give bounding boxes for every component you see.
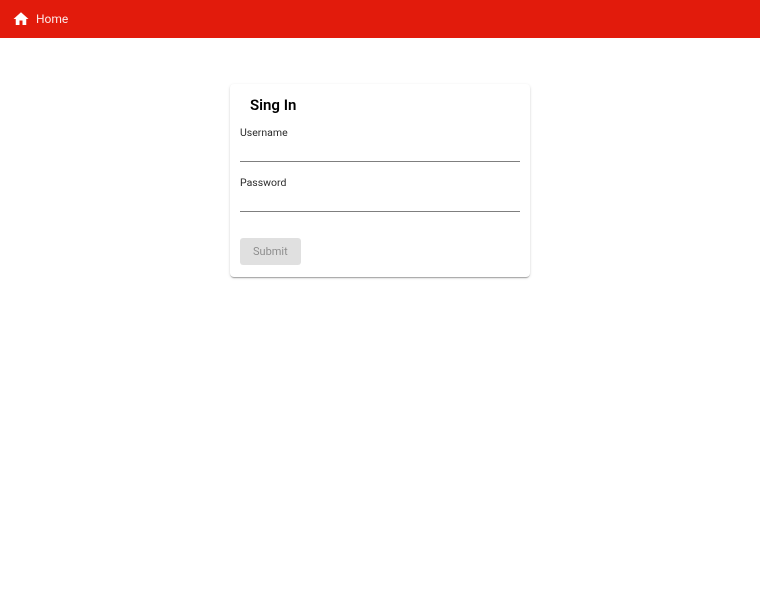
home-label: Home: [36, 12, 68, 26]
password-label: Password: [240, 176, 520, 189]
submit-button[interactable]: Submit: [240, 238, 301, 265]
password-field: Password: [240, 176, 520, 212]
signin-card: Sing In Username Password Submit: [230, 84, 530, 277]
app-header: Home: [0, 0, 760, 38]
username-input[interactable]: [240, 141, 520, 162]
home-icon: [12, 10, 30, 28]
main-content: Sing In Username Password Submit: [0, 38, 760, 277]
username-field: Username: [240, 126, 520, 162]
form-actions: Submit: [240, 226, 520, 265]
username-label: Username: [240, 126, 520, 139]
home-link[interactable]: Home: [12, 10, 68, 28]
password-input[interactable]: [240, 191, 520, 212]
card-title: Sing In: [240, 96, 520, 126]
